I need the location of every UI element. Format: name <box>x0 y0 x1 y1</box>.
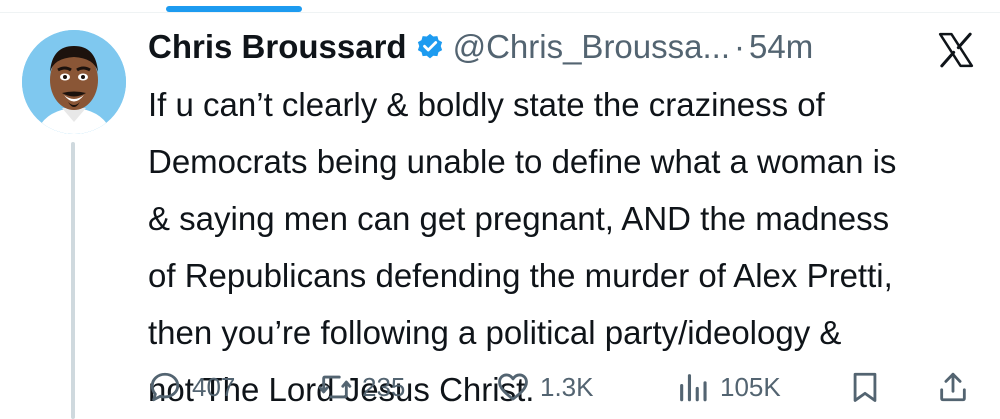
reply-icon <box>150 372 180 402</box>
reply-button[interactable]: 407 <box>148 362 235 412</box>
bookmark-icon <box>853 372 877 402</box>
views-count: 105K <box>720 371 781 402</box>
views-chart-icon <box>680 374 707 402</box>
tweet-header: Chris Broussard @Chris_Broussa... · 54m <box>148 24 948 70</box>
x-logo-icon[interactable] <box>936 30 976 70</box>
avatar[interactable] <box>22 30 126 134</box>
action-bar: 407 235 1.3K 105K <box>0 362 1000 412</box>
repost-icon <box>318 375 352 399</box>
header-separator: · <box>734 28 746 65</box>
timestamp[interactable]: 54m <box>749 28 813 66</box>
views-button[interactable]: 105K <box>676 362 781 412</box>
share-icon <box>940 372 966 402</box>
like-button[interactable]: 1.3K <box>496 362 594 412</box>
like-count: 1.3K <box>540 371 594 402</box>
avatar-cartoon-icon <box>22 30 126 134</box>
share-button[interactable] <box>936 362 970 412</box>
repost-button[interactable]: 235 <box>318 362 405 412</box>
top-divider <box>0 12 1000 13</box>
reply-count: 407 <box>192 371 236 402</box>
display-name[interactable]: Chris Broussard <box>148 28 407 66</box>
user-handle[interactable]: @Chris_Broussa... <box>453 28 730 66</box>
heart-icon <box>498 373 528 401</box>
bookmark-button[interactable] <box>848 362 882 412</box>
verified-badge-icon <box>417 33 442 59</box>
repost-count: 235 <box>362 371 406 402</box>
